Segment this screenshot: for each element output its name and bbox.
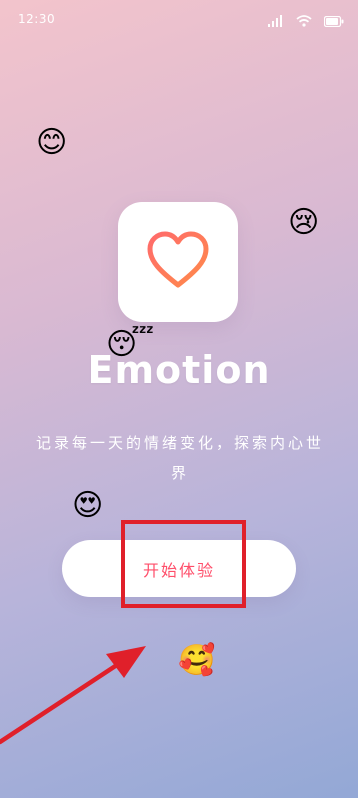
annotation-arrow xyxy=(0,646,146,745)
